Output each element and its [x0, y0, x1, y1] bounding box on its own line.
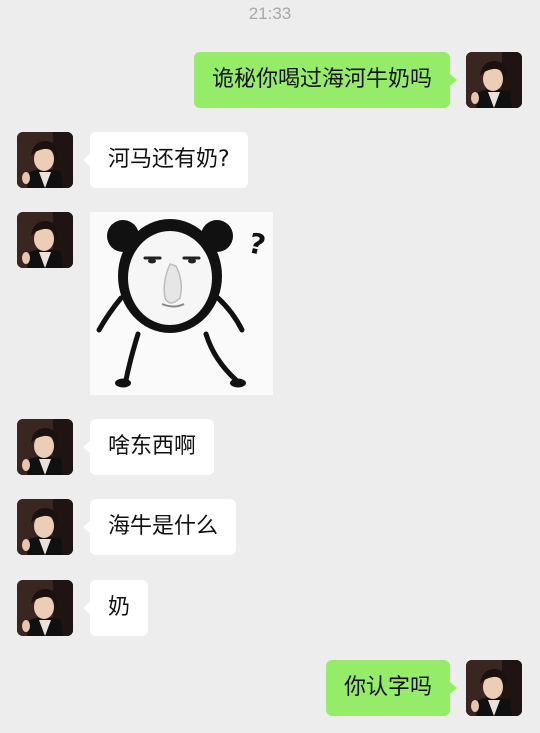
message-bubble-outgoing[interactable]: 你认字吗 — [325, 660, 458, 716]
avatar-self[interactable] — [466, 660, 522, 716]
message-bubble-incoming[interactable]: 海牛是什么 — [82, 499, 237, 555]
avatar-contact[interactable] — [17, 419, 73, 475]
avatar-contact[interactable] — [17, 499, 73, 555]
message-bubble-outgoing[interactable]: 诡秘你喝过海河牛奶吗 — [193, 52, 458, 108]
message-bubble-incoming[interactable]: 奶 — [82, 580, 149, 636]
avatar-self[interactable] — [466, 52, 522, 108]
avatar-contact[interactable] — [17, 132, 73, 188]
confused-bear-sticker[interactable]: ? — [90, 212, 273, 395]
message-bubble-incoming[interactable]: 啥东西啊 — [82, 419, 215, 475]
avatar-contact[interactable] — [17, 212, 73, 268]
message-timestamp: 21:33 — [248, 4, 292, 23]
avatar-contact[interactable] — [17, 580, 73, 636]
message-bubble-incoming[interactable]: 河马还有奶? — [83, 132, 248, 188]
